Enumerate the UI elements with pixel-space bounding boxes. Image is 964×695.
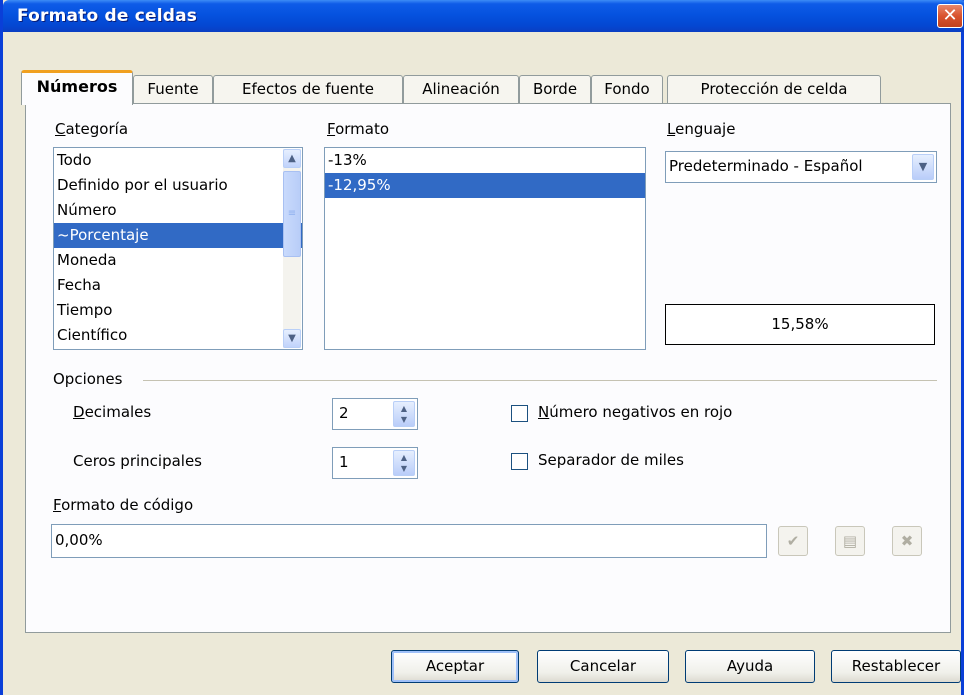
negative-red-label[interactable]: Número negativos en rojo bbox=[538, 403, 732, 421]
preview-box: 15,58% bbox=[665, 304, 935, 345]
tab-label: Borde bbox=[532, 80, 578, 98]
language-value: Predeterminado - Español bbox=[669, 157, 863, 175]
category-items: Todo Definido por el usuario Número ~Porcen… bbox=[54, 148, 302, 348]
format-cells-dialog: Formato de celdas ✕ Números Fuente Efect… bbox=[0, 0, 964, 695]
format-label-text: ormato bbox=[335, 120, 390, 138]
thousands-separator-label[interactable]: Separador de miles bbox=[538, 451, 684, 469]
leading-zeros-label: Ceros principales bbox=[73, 452, 203, 470]
title-bar[interactable]: Formato de celdas ✕ bbox=[3, 0, 964, 32]
scroll-down-icon[interactable]: ▼ bbox=[283, 329, 301, 348]
tab-fuente[interactable]: Fuente bbox=[133, 75, 213, 104]
category-label: Categoría bbox=[55, 120, 129, 138]
spin-updown-icon[interactable]: ▲ ▼ bbox=[393, 401, 415, 427]
tab-label: Números bbox=[36, 77, 118, 96]
tab-label: Alineación bbox=[422, 80, 500, 98]
scroll-thumb[interactable]: ≡ bbox=[283, 171, 301, 257]
reset-label: Restablecer bbox=[851, 657, 941, 675]
decimals-label-text: ecimales bbox=[84, 403, 152, 421]
dialog-title: Formato de celdas bbox=[17, 6, 198, 26]
preview-value: 15,58% bbox=[771, 315, 829, 333]
delete-icon[interactable]: ✖ bbox=[892, 526, 922, 556]
tab-label: Fondo bbox=[604, 80, 650, 98]
decimals-label: Decimales bbox=[73, 403, 152, 421]
tab-label: Efectos de fuente bbox=[241, 80, 375, 98]
category-list-item[interactable]: Tiempo bbox=[54, 298, 302, 323]
category-list[interactable]: Todo Definido por el usuario Número ~Porcen… bbox=[53, 147, 303, 350]
format-code-label-text: ormato de código bbox=[61, 496, 194, 514]
tab-proteccion-de-celda[interactable]: Protección de celda bbox=[667, 75, 881, 104]
help-button[interactable]: Ayuda bbox=[685, 650, 815, 683]
format-list-item[interactable]: -12,95% bbox=[325, 173, 645, 198]
category-list-item[interactable]: Número bbox=[54, 198, 302, 223]
category-list-item[interactable]: Fecha bbox=[54, 273, 302, 298]
tab-label: Fuente bbox=[147, 80, 199, 98]
format-code-input[interactable]: 0,00% bbox=[51, 524, 767, 558]
leading-zeros-spinner[interactable]: 1 ▲ ▼ bbox=[332, 447, 418, 479]
chevron-down-icon[interactable]: ▼ bbox=[912, 154, 934, 180]
scroll-up-icon[interactable]: ▲ bbox=[283, 149, 301, 168]
category-list-item[interactable]: Científico bbox=[54, 323, 302, 348]
ok-button[interactable]: Aceptar bbox=[391, 650, 519, 683]
language-select[interactable]: Predeterminado - Español ▼ bbox=[665, 151, 937, 183]
options-label: Opciones bbox=[53, 370, 123, 388]
decimals-value: 2 bbox=[339, 404, 349, 422]
category-scrollbar[interactable]: ▲ ≡ ▼ bbox=[283, 149, 301, 348]
help-label: Ayuda bbox=[726, 657, 774, 675]
format-code-label: Formato de código bbox=[53, 496, 194, 514]
format-code-value: 0,00% bbox=[55, 531, 103, 549]
decimals-spinner[interactable]: 2 ▲ ▼ bbox=[332, 398, 418, 430]
negative-red-checkbox[interactable] bbox=[511, 405, 528, 422]
language-label-text: enguaje bbox=[675, 120, 736, 138]
tab-alineacion[interactable]: Alineación bbox=[403, 75, 519, 104]
category-list-item[interactable]: Moneda bbox=[54, 248, 302, 273]
close-icon[interactable]: ✕ bbox=[937, 4, 963, 28]
format-label: Formato bbox=[327, 120, 390, 138]
category-list-item[interactable]: ~Porcentaje bbox=[54, 223, 302, 248]
add-comment-icon[interactable]: ▤ bbox=[835, 526, 865, 556]
options-separator bbox=[143, 380, 937, 381]
negative-red-label-text: úmero negativos en rojo bbox=[549, 403, 733, 421]
spin-updown-icon[interactable]: ▲ ▼ bbox=[393, 450, 415, 476]
category-list-item[interactable]: Definido por el usuario bbox=[54, 173, 302, 198]
tab-label: Protección de celda bbox=[700, 80, 848, 98]
format-items: -13% -12,95% bbox=[325, 148, 645, 198]
tab-numeros[interactable]: Números bbox=[21, 70, 133, 105]
format-list-item[interactable]: -13% bbox=[325, 148, 645, 173]
language-label: Lenguaje bbox=[667, 120, 736, 138]
category-list-item[interactable]: Todo bbox=[54, 148, 302, 173]
leading-zeros-value: 1 bbox=[339, 453, 349, 471]
tab-borde[interactable]: Borde bbox=[519, 75, 591, 104]
checkmark-icon[interactable]: ✔ bbox=[778, 526, 808, 556]
cancel-button[interactable]: Cancelar bbox=[537, 650, 669, 683]
reset-button[interactable]: Restablecer bbox=[831, 650, 961, 683]
category-label-text: ategoría bbox=[65, 120, 129, 138]
format-list[interactable]: -13% -12,95% bbox=[324, 147, 646, 350]
thousands-separator-checkbox[interactable] bbox=[511, 453, 528, 470]
tab-efectos-de-fuente[interactable]: Efectos de fuente bbox=[213, 75, 403, 104]
tab-fondo[interactable]: Fondo bbox=[591, 75, 663, 104]
